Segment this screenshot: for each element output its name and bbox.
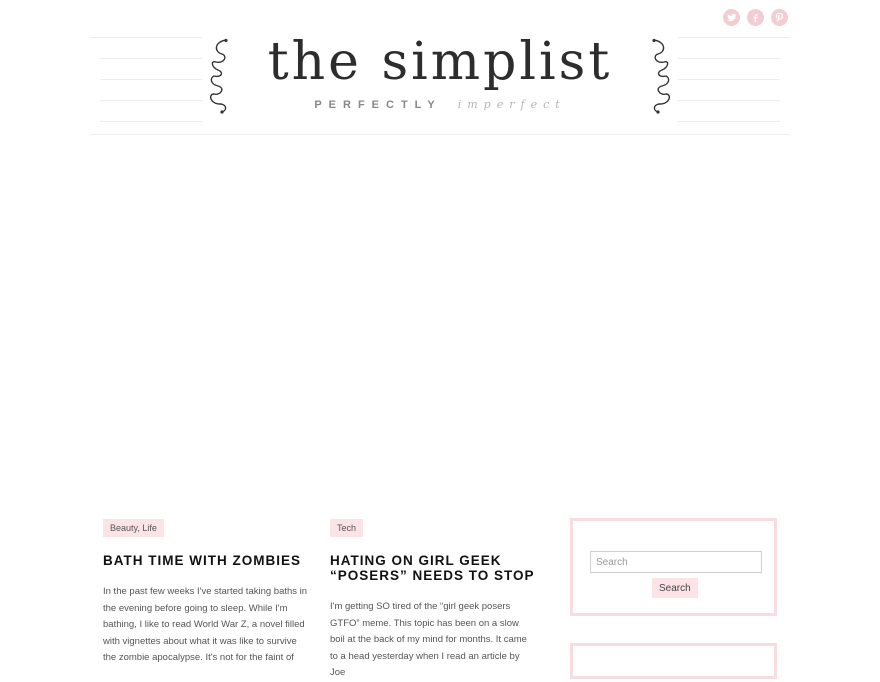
post-card: Tech HATING ON GIRL GEEK “POSERS” NEEDS … (330, 518, 536, 682)
right-flourish-icon (652, 38, 671, 114)
site-title: the simplist (267, 32, 613, 92)
search-button[interactable]: Search (652, 578, 698, 598)
post-category-tag[interactable]: Beauty, Life (103, 519, 164, 537)
post-category-tag[interactable]: Tech (330, 519, 364, 537)
search-widget: Search (570, 518, 777, 616)
twitter-icon[interactable] (723, 9, 740, 26)
sidebar-widget (570, 643, 777, 679)
post-card: Beauty, Life BATH TIME WITH ZOMBIES In t… (103, 518, 309, 667)
post-excerpt: In the past few weeks I've started takin… (103, 586, 308, 663)
post-title[interactable]: BATH TIME WITH ZOMBIES (103, 553, 309, 568)
post-excerpt: I'm getting SO tired of the “girl geek p… (330, 601, 527, 678)
site-logo[interactable]: the simplist PERFECTLY imperfect (202, 32, 678, 128)
facebook-icon[interactable] (747, 9, 764, 26)
post-title[interactable]: HATING ON GIRL GEEK “POSERS” NEEDS TO ST… (330, 553, 536, 583)
social-links (723, 9, 788, 26)
tagline-bold: PERFECTLY (314, 99, 442, 111)
search-input[interactable] (590, 551, 762, 573)
site-tagline: PERFECTLY imperfect (202, 98, 678, 111)
pinterest-icon[interactable] (771, 9, 788, 26)
tagline-italic: imperfect (457, 98, 566, 111)
site-header: the simplist PERFECTLY imperfect (90, 32, 790, 135)
